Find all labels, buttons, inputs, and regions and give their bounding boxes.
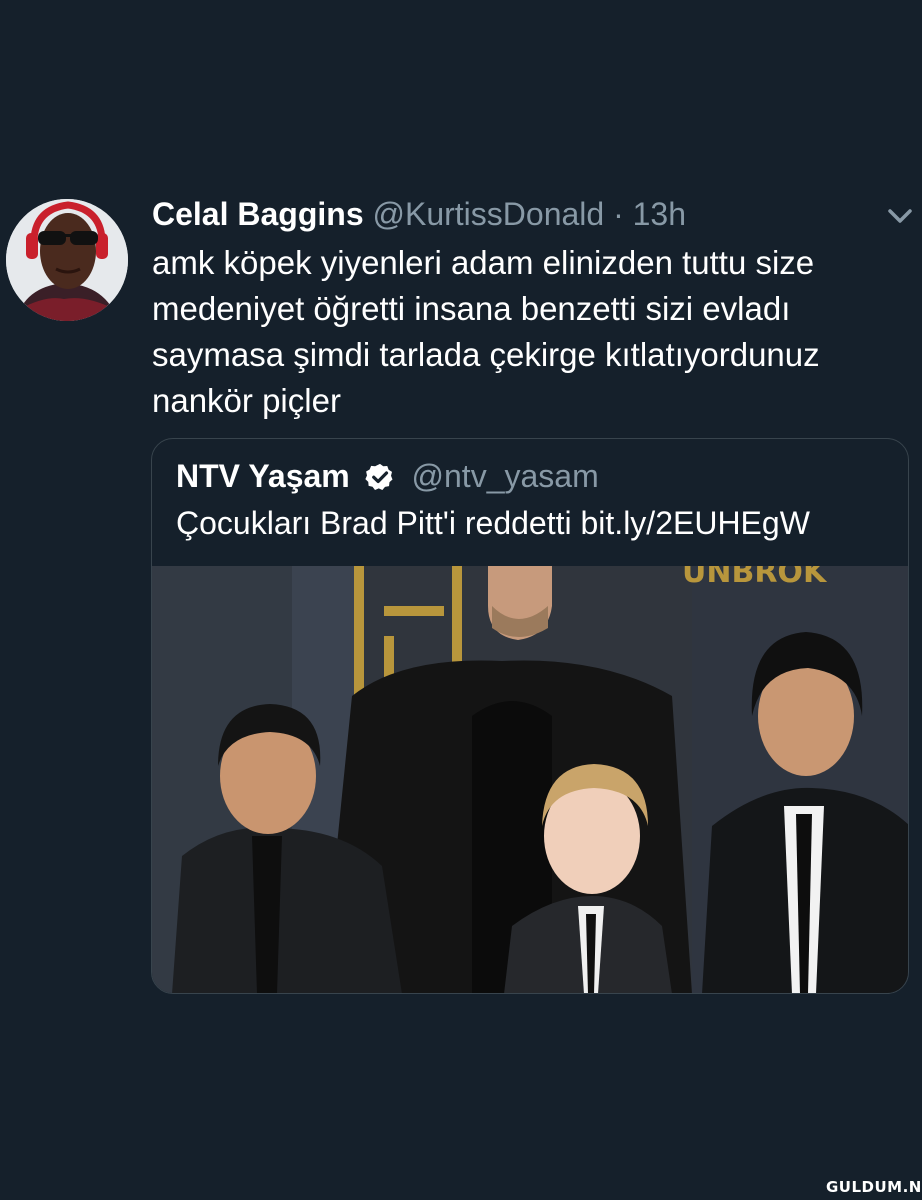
timestamp[interactable]: 13h	[633, 196, 686, 232]
chevron-down-icon[interactable]	[886, 206, 914, 226]
quoted-user-handle: @ntv_yasam	[411, 458, 599, 494]
avatar[interactable]	[6, 199, 128, 321]
avatar-photo	[6, 199, 128, 321]
tweet-header: Celal Baggins @KurtissDonald · 13h	[152, 193, 686, 235]
watermark: GULDUM.NET	[826, 1178, 922, 1196]
separator-dot: ·	[613, 196, 624, 232]
user-handle[interactable]: @KurtissDonald	[373, 196, 605, 232]
tweet[interactable]: Celal Baggins @KurtissDonald · 13h amk k…	[0, 0, 922, 1200]
red-carpet-photo: UNBROK	[152, 566, 908, 993]
verified-badge-icon	[365, 463, 393, 490]
svg-text:UNBROK: UNBROK	[682, 566, 828, 590]
quoted-tweet-header: NTV Yaşam @ntv_yasam	[176, 455, 599, 497]
quoted-tweet-image[interactable]: UNBROK	[152, 566, 908, 993]
tweet-text: amk köpek yiyenleri adam elinizden tuttu…	[152, 244, 820, 419]
quoted-display-name: NTV Yaşam	[176, 458, 350, 494]
quoted-tweet-text: Çocukları Brad Pitt'i reddetti bit.ly/2E…	[176, 505, 810, 541]
quoted-tweet[interactable]: NTV Yaşam @ntv_yasam Çocukları Brad Pitt…	[151, 438, 909, 994]
display-name[interactable]: Celal Baggins	[152, 196, 364, 232]
